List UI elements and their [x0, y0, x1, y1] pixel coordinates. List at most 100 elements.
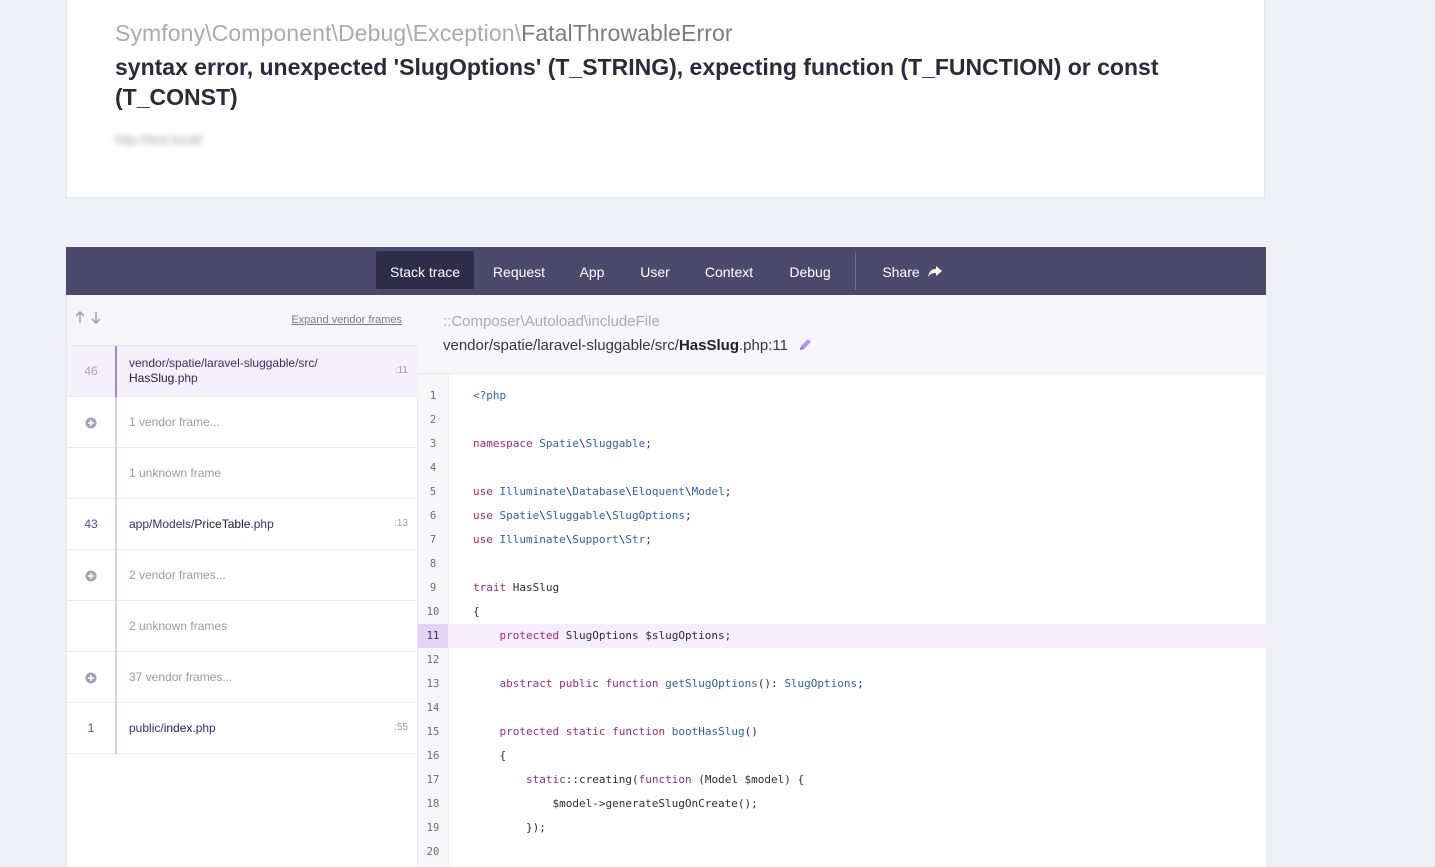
line-number[interactable]: 13 — [418, 672, 448, 696]
line-number[interactable]: 16 — [418, 744, 448, 768]
line-number[interactable]: 11 — [418, 624, 448, 648]
code-text: namespace Spatie\Sluggable; — [473, 437, 652, 450]
frame-label: vendor/spatie/laravel-sluggable/src/HasS… — [129, 346, 379, 396]
frame-bar — [115, 550, 117, 601]
code-line: 17 static::creating(function (Model $mod… — [418, 768, 1266, 792]
code-text: trait HasSlug — [473, 581, 560, 594]
frame-bar — [115, 703, 117, 754]
line-number[interactable]: 4 — [418, 456, 448, 480]
pencil-icon[interactable] — [799, 338, 812, 355]
frame-label: 2 unknown frames — [129, 618, 228, 633]
code-text: use Illuminate\Support\Str; — [473, 533, 652, 546]
tab-app[interactable]: App — [568, 251, 616, 289]
line-number[interactable]: 10 — [418, 600, 448, 624]
frame-label: 1 unknown frame — [129, 465, 222, 480]
frame-label: 37 vendor frames... — [129, 669, 233, 684]
frame-path: vendor/spatie/laravel-sluggable/src/ — [129, 356, 318, 370]
code-line: 16 { — [418, 744, 1266, 768]
tab-divider — [855, 252, 856, 290]
frame-item-vendor-group[interactable]: 2 vendor frames... — [67, 550, 418, 601]
code-line: 20 — [418, 840, 1266, 864]
frame-bar — [115, 448, 117, 499]
code-text: }); — [473, 821, 546, 834]
frame-number: 43 — [84, 517, 98, 531]
frame-file: HasSlug — [129, 371, 175, 385]
code-text: protected static function bootHasSlug() — [499, 725, 758, 738]
frame-item-vendor-group[interactable]: 1 vendor frame... — [67, 397, 418, 448]
line-number[interactable]: 12 — [418, 648, 448, 672]
line-number[interactable]: 20 — [418, 840, 448, 864]
frame-bar — [115, 601, 117, 652]
frame-item-pricetable[interactable]: 43 app/Models/PriceTable.php :13 — [67, 499, 418, 550]
code-text: { — [473, 749, 507, 762]
line-number[interactable]: 14 — [418, 696, 448, 720]
tab-request[interactable]: Request — [484, 251, 554, 289]
tab-context[interactable]: Context — [696, 251, 762, 289]
line-number[interactable]: 15 — [418, 720, 448, 744]
frame-line: :13 — [394, 518, 408, 529]
frame-bar — [115, 346, 117, 397]
code-text: static::creating(function (Model $model)… — [525, 773, 805, 786]
line-number[interactable]: 2 — [418, 408, 448, 432]
code-text: use Illuminate\Database\Eloquent\Model; — [473, 485, 732, 498]
line-number[interactable]: 8 — [418, 552, 448, 576]
code-line: 5 use Illuminate\Database\Eloquent\Model; — [418, 480, 1266, 504]
code-text: <?php — [473, 389, 507, 402]
frame-dir: vendor/spatie/laravel-sluggable/src/ — [443, 337, 679, 354]
line-number[interactable]: 1 — [418, 384, 448, 408]
tab-stack-trace[interactable]: Stack trace — [376, 251, 474, 289]
line-number[interactable]: 17 — [418, 768, 448, 792]
frame-file-path: vendor/spatie/laravel-sluggable/src/HasS… — [443, 337, 812, 355]
frame-filename: HasSlug — [678, 337, 739, 354]
frame-item-unknown[interactable]: 2 unknown frames — [67, 601, 418, 652]
frame-label: public/index.php — [129, 703, 379, 753]
line-number[interactable]: 9 — [418, 576, 448, 600]
code-line: 7 use Illuminate\Support\Str; — [418, 528, 1266, 552]
share-label: Share — [882, 264, 920, 280]
exception-class-short: FatalThrowableError — [521, 20, 733, 46]
code-line: 12 — [418, 648, 1266, 672]
line-number[interactable]: 3 — [418, 432, 448, 456]
frame-bar — [115, 499, 117, 550]
line-number[interactable]: 5 — [418, 480, 448, 504]
frame-ext: .php — [192, 720, 216, 735]
frame-number: 1 — [87, 721, 95, 735]
frame-item-unknown[interactable]: 1 unknown frame — [67, 448, 418, 499]
frame-path: public/ — [129, 720, 164, 735]
frame-path: app/Models/ — [129, 516, 195, 531]
code-line: 8 — [418, 552, 1266, 576]
code-line: 1 <?php — [418, 384, 1266, 408]
frame-label: 1 vendor frame... — [129, 414, 220, 429]
frame-bar — [115, 652, 117, 703]
code-line: 10 { — [418, 600, 1266, 624]
code-text: $model->generateSlugOnCreate(); — [473, 797, 758, 810]
frame-item-index[interactable]: 1 public/index.php :55 — [67, 703, 418, 754]
code-text: protected SlugOptions $slugOptions; — [499, 629, 732, 642]
code-line: 11 protected SlugOptions $slugOptions; — [418, 624, 1266, 648]
frame-label: 2 vendor frames... — [129, 567, 226, 582]
line-number[interactable]: 6 — [418, 504, 448, 528]
sort-arrows-icon[interactable] — [75, 311, 103, 330]
frame-detail-header: ::Composer\Autoload\includeFile vendor/s… — [418, 295, 1266, 374]
plus-circle-icon — [85, 671, 97, 689]
frame-ext: .php — [174, 371, 198, 385]
tab-debug[interactable]: Debug — [778, 251, 842, 289]
frame-bar — [115, 397, 117, 448]
expand-vendor-frames-link[interactable]: Expand vendor frames — [291, 314, 402, 326]
tab-share[interactable]: Share — [872, 251, 952, 289]
code-line: 19 }); — [418, 816, 1266, 840]
exception-message: syntax error, unexpected 'SlugOptions' (… — [115, 54, 1159, 110]
code-line: 14 — [418, 696, 1266, 720]
frame-item-vendor-group[interactable]: 37 vendor frames... — [67, 652, 418, 703]
frame-item-hasslug[interactable]: 46 vendor/spatie/laravel-sluggable/src/H… — [67, 346, 418, 397]
line-number[interactable]: 18 — [418, 792, 448, 816]
code-text: use Spatie\Sluggable\SlugOptions; — [473, 509, 692, 522]
frame-ext: .php — [738, 337, 769, 354]
frame-line: :11 — [394, 365, 408, 376]
line-number[interactable]: 7 — [418, 528, 448, 552]
code-line: 4 — [418, 456, 1266, 480]
exception-url[interactable]: http://test.local/ — [115, 132, 202, 147]
tab-user[interactable]: User — [631, 251, 679, 289]
exception-class: Symfony\Component\Debug\Exception\FatalT… — [115, 20, 733, 47]
line-number[interactable]: 19 — [418, 816, 448, 840]
